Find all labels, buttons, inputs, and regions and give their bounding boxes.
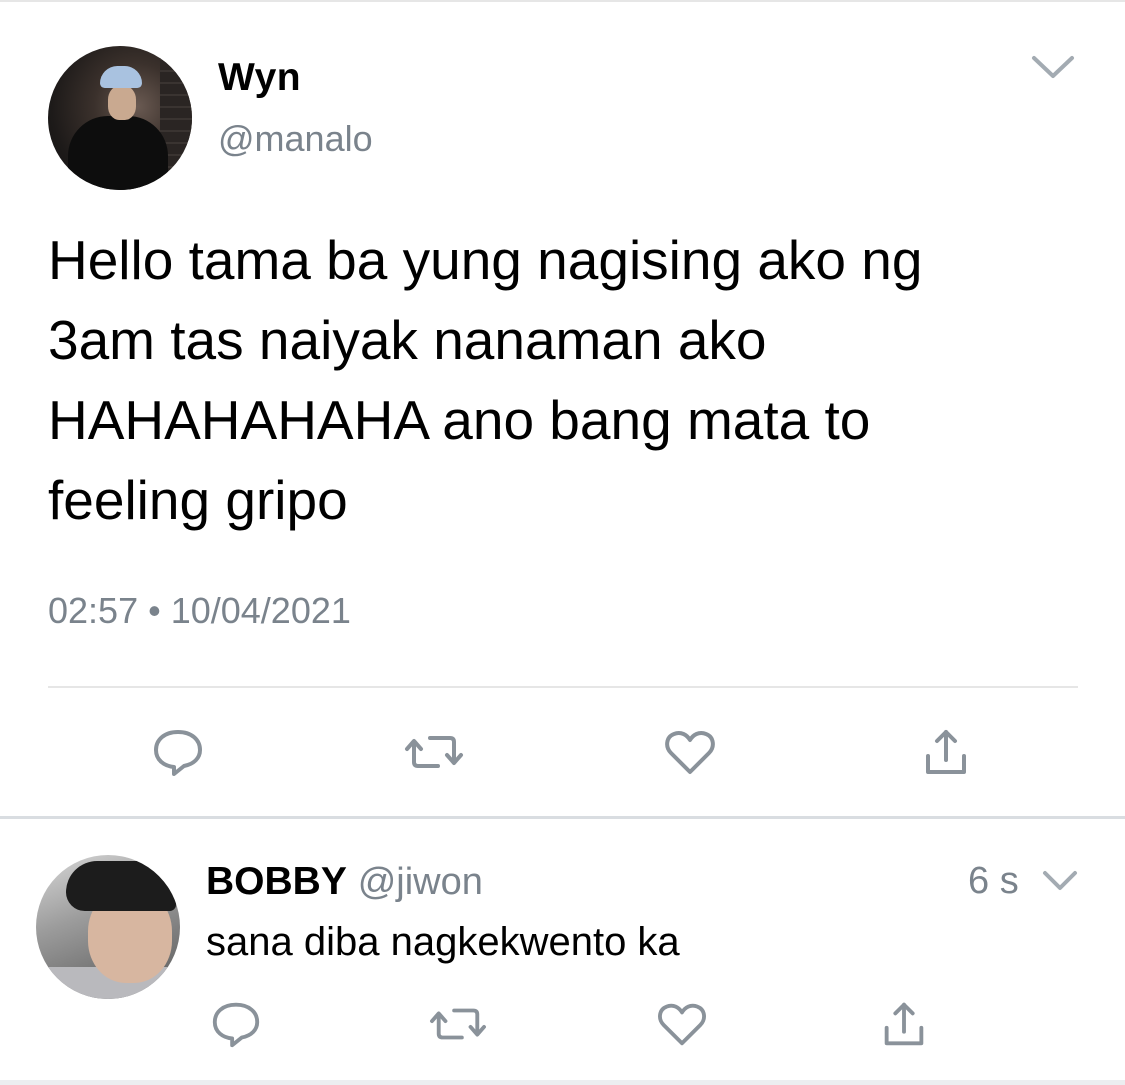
- tweet-time: 02:57: [48, 590, 139, 631]
- reply-icon: [154, 730, 202, 776]
- retweet-button[interactable]: [404, 722, 464, 782]
- like-icon: [665, 730, 715, 774]
- reply-time: 6 s: [968, 860, 1019, 902]
- share-icon: [884, 1002, 924, 1046]
- tweet-text: Hello tama ba yung nagising ako ng 3am t…: [48, 229, 923, 531]
- chevron-down-icon[interactable]: [1040, 868, 1080, 894]
- reply-author[interactable]: BOBBY @jiwon: [206, 860, 483, 904]
- handle[interactable]: @manalo: [218, 118, 373, 160]
- like-button[interactable]: [660, 722, 720, 782]
- reply-display-name: BOBBY: [206, 860, 347, 903]
- reply-like-button[interactable]: [652, 994, 712, 1054]
- thread-divider: [0, 816, 1125, 819]
- reply-share-button[interactable]: [874, 994, 934, 1054]
- reply-reply-button[interactable]: [206, 994, 266, 1054]
- share-icon: [926, 730, 966, 774]
- display-name[interactable]: Wyn: [218, 56, 301, 100]
- reply-avatar[interactable]: [36, 855, 180, 999]
- tweet-date: 10/04/2021: [170, 590, 351, 631]
- reply-button[interactable]: [148, 722, 208, 782]
- bottom-divider: [0, 1080, 1125, 1085]
- reply-retweet-button[interactable]: [428, 994, 488, 1054]
- chevron-down-icon[interactable]: [1028, 52, 1078, 82]
- reply-text: sana diba nagkekwento ka: [206, 920, 680, 964]
- reply-icon: [212, 1002, 260, 1048]
- main-tweet: Wyn @manalo Hello tama ba yung nagising …: [0, 2, 1125, 818]
- separator-dot: •: [148, 590, 161, 631]
- action-divider: [48, 686, 1078, 688]
- tweet-timestamp: 02:57 • 10/04/2021: [48, 590, 351, 632]
- avatar[interactable]: [48, 46, 192, 190]
- like-icon: [658, 1003, 706, 1046]
- retweet-icon: [430, 1008, 486, 1040]
- share-button[interactable]: [916, 722, 976, 782]
- retweet-icon: [405, 736, 463, 768]
- reply-handle: @jiwon: [357, 861, 483, 903]
